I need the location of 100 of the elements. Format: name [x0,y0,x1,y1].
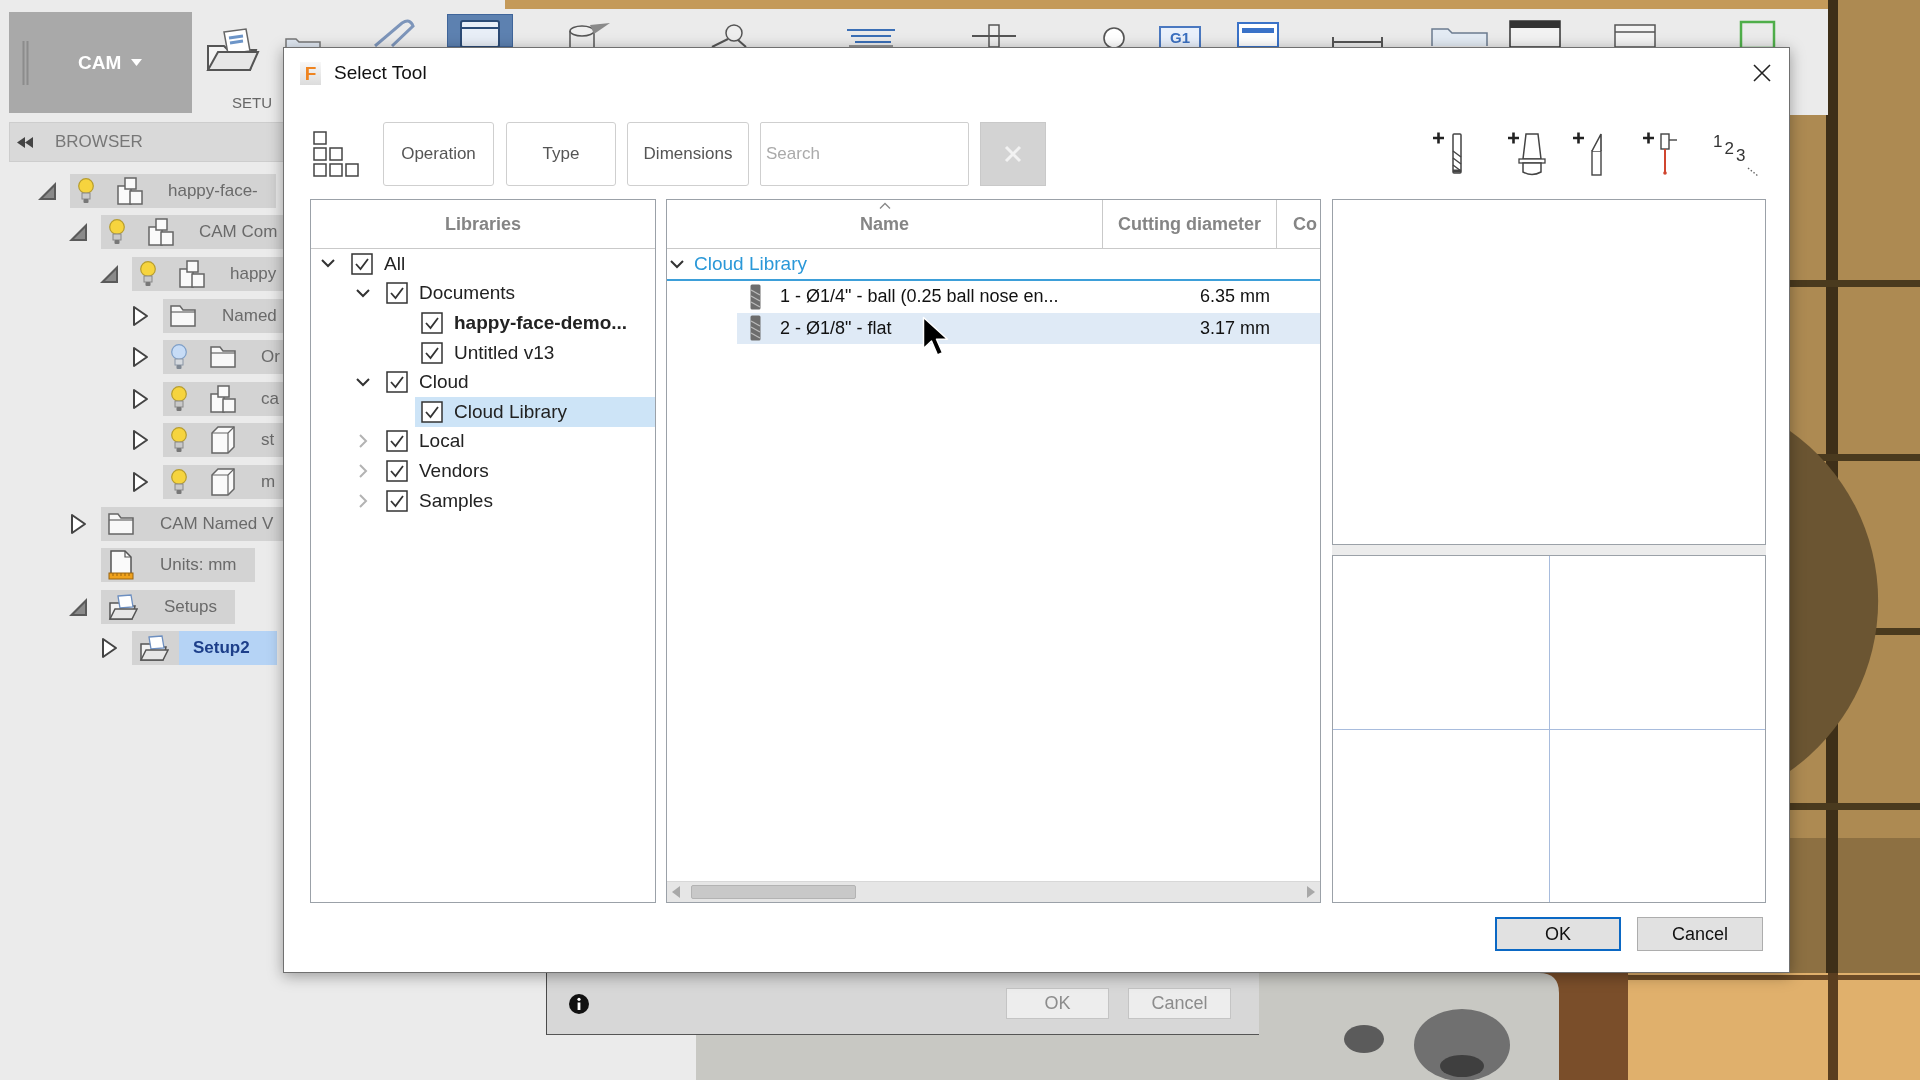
setup-button[interactable]: SETU [192,0,283,115]
dialog-button[interactable]: OK [1495,917,1621,951]
renumber-button[interactable]: 12 3 [1713,131,1760,177]
search-field[interactable]: Search [760,122,969,186]
filter-button[interactable]: Operation [383,122,494,186]
tree-item[interactable]: Or [163,340,283,375]
chevron-down-icon[interactable] [321,259,335,269]
table-row[interactable]: 2 - Ø1/8" - flat 3.17 mm [737,312,1320,344]
line-icon[interactable] [1331,36,1384,47]
expander-triangle-icon[interactable] [68,222,88,243]
expander-triangle-icon[interactable] [131,429,149,452]
expander-triangle-icon[interactable] [99,264,119,284]
sort-caret-icon[interactable] [878,202,891,209]
chevron-down-icon[interactable] [670,259,684,269]
tool-holder-plus-icon[interactable] [1507,131,1547,177]
cube-icon [210,426,236,455]
component-icon [179,260,205,288]
column-header[interactable]: Cutting diameter [1103,200,1277,248]
lines-icon[interactable] [845,28,897,47]
folder-icon [170,304,196,327]
library-item[interactable]: Samples [380,485,655,516]
column-header[interactable]: Co [1277,200,1320,248]
checkbox[interactable] [421,341,443,364]
checkbox[interactable] [386,459,408,482]
chevron-down-icon[interactable] [356,377,370,387]
library-item[interactable]: Untitled v13 [415,337,655,368]
library-item[interactable]: Documents [380,278,655,309]
library-item[interactable]: All [345,249,655,279]
info-icon [569,993,589,1014]
tree-item[interactable]: ca [163,381,283,416]
end-mill-icon [750,283,761,310]
close-icon [1752,63,1772,83]
expander-triangle-icon[interactable] [131,346,149,369]
table-cell: 3.17 mm [1199,317,1270,339]
checkbox[interactable] [421,312,443,334]
cube-icon [210,467,236,496]
table-row[interactable]: 1 - Ø1/4" - ball (0.25 ball nose en... 6.35 mm [737,281,1320,313]
app-logo: F [300,61,321,85]
column-header[interactable]: Name [667,200,1103,248]
grip-icon [22,40,29,85]
grid-icon[interactable] [313,131,359,177]
tree-item[interactable]: st [163,423,283,458]
tree-item[interactable]: m [163,464,283,499]
tree-item[interactable]: CAM Com [101,215,283,250]
end-mill-icon [750,315,761,342]
expander-triangle-icon[interactable] [131,304,149,327]
checkbox[interactable] [386,489,408,512]
caret-icon [131,59,143,66]
library-item[interactable]: Vendors [380,456,655,486]
close-icon [1004,145,1022,163]
table-cell: 1 - Ø1/4" - ball (0.25 ball nose en... [780,286,1059,308]
tree-item[interactable]: happy-face- [70,173,276,208]
window-icon[interactable] [1509,20,1561,47]
expander-triangle-icon[interactable] [37,180,57,201]
filter-button[interactable]: Dimensions [627,122,749,186]
dialog-title: Select Tool [334,62,427,84]
table-cell: 2 - Ø1/8" - flat [780,317,892,339]
browser-title: BROWSER [55,132,143,152]
tree-item[interactable]: Setups [101,589,235,624]
dots-icon [1747,167,1760,177]
filter-button[interactable]: Type [506,122,616,186]
checkbox[interactable] [386,430,408,453]
library-item[interactable]: happy-face-demo... [415,308,655,338]
window-icon[interactable] [1237,22,1279,47]
expander-triangle-icon[interactable] [69,512,87,535]
tree-item[interactable]: happy [132,257,283,291]
library-item[interactable]: Cloud [380,367,655,397]
checkbox[interactable] [421,400,443,423]
tree-item[interactable]: Named [163,298,283,333]
dialog-button[interactable]: Cancel [1637,917,1763,951]
checkbox[interactable] [351,252,373,275]
expander-triangle-icon[interactable] [131,387,149,410]
tree-item[interactable]: CAM Named V [101,506,283,541]
horizontal-scrollbar[interactable] [667,881,1320,902]
expander-triangle-icon[interactable] [131,470,149,493]
setup-icon [205,28,262,72]
post-icon[interactable] [970,24,1018,47]
folder-icon [210,346,236,369]
panel-header: Libraries [311,200,655,249]
folder-icon[interactable] [1431,26,1488,47]
clip-icon[interactable] [372,18,416,47]
component-icon [117,176,143,205]
checkbox[interactable] [386,282,408,305]
expander-triangle-icon[interactable] [100,637,118,660]
checkbox[interactable] [386,371,408,394]
chevron-down-icon[interactable] [356,288,370,298]
collapse-icon[interactable] [17,136,33,148]
toolbar-badge[interactable]: G1 [1159,26,1201,47]
active-tool-button[interactable] [447,14,513,47]
library-item[interactable]: Cloud Library [415,396,655,427]
ruler-document-icon [108,550,134,581]
tree-item[interactable]: Units: mm [101,548,255,583]
window-icon [460,20,500,47]
tree-item[interactable]: Setup2 [132,631,277,666]
scrollbar-thumb[interactable] [691,885,856,899]
folder-icon[interactable] [285,37,321,47]
expander-triangle-icon[interactable] [68,596,88,617]
library-item[interactable]: Local [380,426,655,457]
close-button[interactable] [1752,63,1772,83]
group-header[interactable]: Cloud Library [667,249,1320,281]
